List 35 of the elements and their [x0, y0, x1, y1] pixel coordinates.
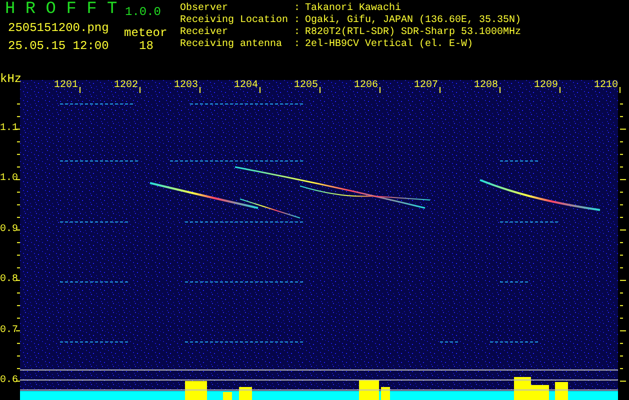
time-label: 1204	[234, 81, 258, 91]
info-value: Takanori Kawachi	[305, 4, 402, 14]
info-label: Observer	[180, 4, 228, 14]
info-separator: :	[294, 16, 300, 26]
time-label: 1206	[354, 81, 378, 91]
info-value: Ogaki, Gifu, JAPAN (136.60E, 35.35N)	[305, 16, 522, 26]
frequency-label: 1.0	[0, 174, 18, 184]
app-title: H R O F F T	[5, 1, 118, 18]
file-name: 2505151200.png	[8, 22, 109, 34]
time-label: 1207	[414, 81, 438, 91]
info-separator: :	[294, 4, 300, 14]
version-text: 1.0.0	[125, 6, 162, 18]
time-label: 1205	[294, 81, 318, 91]
time-label: 1203	[174, 81, 198, 91]
info-label: Receiving Location	[180, 16, 288, 26]
frequency-label: 0.8	[0, 275, 18, 286]
time-label: 1208	[474, 81, 498, 91]
frequency-label: 0.9	[0, 224, 18, 235]
meteor-count: 18	[139, 40, 154, 52]
time-label: 1209	[534, 81, 558, 91]
meteor-label: meteor	[124, 27, 168, 39]
info-value: 2el-HB9CV Vertical (el. E-W)	[305, 40, 474, 50]
info-separator: :	[294, 40, 300, 50]
time-label: 1210	[594, 81, 618, 91]
frequency-label: 0.7	[0, 326, 18, 336]
frequency-label: 0.6	[0, 376, 18, 386]
frequency-label: 1.1	[0, 124, 18, 134]
info-label: Receiving antenna	[180, 40, 282, 50]
info-separator: :	[294, 28, 300, 38]
axis-unit: kHz	[0, 73, 22, 85]
info-label: Receiver	[180, 28, 228, 38]
time-label: 1201	[54, 81, 78, 91]
time-label: 1202	[114, 81, 138, 91]
info-value: R820T2(RTL-SDR) SDR-Sharp 53.1000MHz	[305, 28, 522, 38]
timestamp-text: 25.05.15 12:00	[8, 40, 109, 52]
